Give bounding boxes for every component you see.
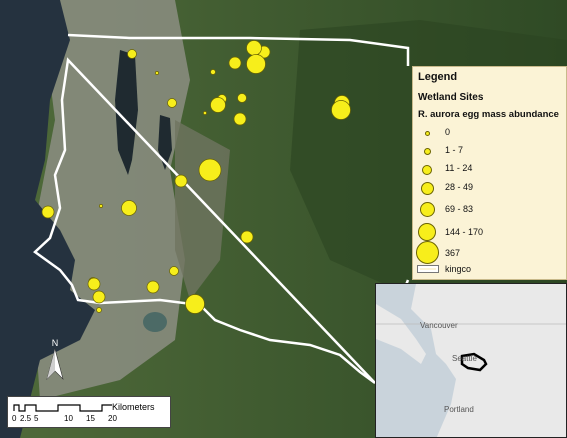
legend-field-name: R. aurora egg mass abundance [418,109,559,120]
wetland-site-marker [174,174,188,188]
wetland-site-marker [198,158,222,182]
legend-symbol [424,148,431,155]
legend-class-row: 69 - 83 [413,200,563,220]
north-arrow: N [46,338,64,381]
legend-class-row: 1 - 7 [413,143,563,163]
legend-class-row: 367 [413,239,563,265]
scale-bar-tick: 2.5 [20,414,32,423]
legend-layer-name: Wetland Sites [418,92,484,103]
legend-class-label: 11 - 24 [445,163,473,173]
wetland-site-marker [155,71,159,75]
inset-city-label: Vancouver [420,321,458,330]
wetland-site-marker [127,49,137,59]
wetland-site-marker [87,277,101,291]
legend-symbol [421,182,434,195]
legend-boundary-symbol [417,265,439,273]
small-lake [143,312,167,332]
wetland-site-marker [210,69,216,75]
wetland-site-marker [96,307,102,313]
inset-city-label: Portland [444,405,474,414]
map-legend: Legend Wetland Sites R. aurora egg mass … [412,66,567,280]
legend-class-label: 28 - 49 [445,182,474,192]
scale-bar-tick: 10 [64,414,73,423]
wetland-site-marker [41,205,55,219]
legend-class-row: 28 - 49 [413,179,563,199]
wetland-site-marker [233,112,247,126]
wetland-site-marker [237,93,247,103]
legend-class-label: 69 - 83 [445,204,474,214]
map-figure: Legend Wetland Sites R. aurora egg mass … [0,0,567,438]
wetland-site-marker [246,54,266,74]
scale-bar: Kilometers 0 2.5 5 10 15 20 [7,396,171,428]
legend-boundary-label: kingco [445,264,472,274]
wetland-site-marker [203,111,207,115]
wetland-site-marker [210,97,226,113]
wetland-site-marker [246,40,262,56]
legend-class-label: 1 - 7 [445,145,464,155]
legend-class-label: 367 [445,248,461,258]
legend-class-row: 11 - 24 [413,161,563,181]
north-arrow-label: N [52,338,59,348]
scale-bar-unit: Kilometers [112,402,155,412]
legend-symbol [420,202,435,217]
scale-bar-tick: 20 [108,414,117,423]
legend-class-row: 0 [413,125,563,145]
legend-symbol [425,131,430,136]
scale-bar-tick: 5 [34,414,39,423]
wetland-site-marker [185,294,205,314]
locator-inset-map: Vancouver Seattle Portland [375,283,567,438]
wetland-site-marker [146,280,160,294]
wetland-site-marker [121,200,137,216]
legend-class-label: 144 - 170 [445,227,484,237]
legend-title: Legend [418,71,458,83]
wetland-site-marker [331,100,351,120]
wetland-site-marker [99,204,103,208]
legend-symbol [416,241,439,264]
legend-symbol [422,165,432,175]
legend-class-label: 0 [445,127,451,137]
scale-bar-tick: 0 [12,414,17,423]
wetland-site-marker [92,290,106,304]
wetland-site-marker [167,98,177,108]
inset-city-label: Seattle [452,354,477,363]
wetland-site-marker [228,56,242,70]
wetland-site-marker [240,230,254,244]
wetland-site-marker [169,266,179,276]
scale-bar-tick: 15 [86,414,95,423]
